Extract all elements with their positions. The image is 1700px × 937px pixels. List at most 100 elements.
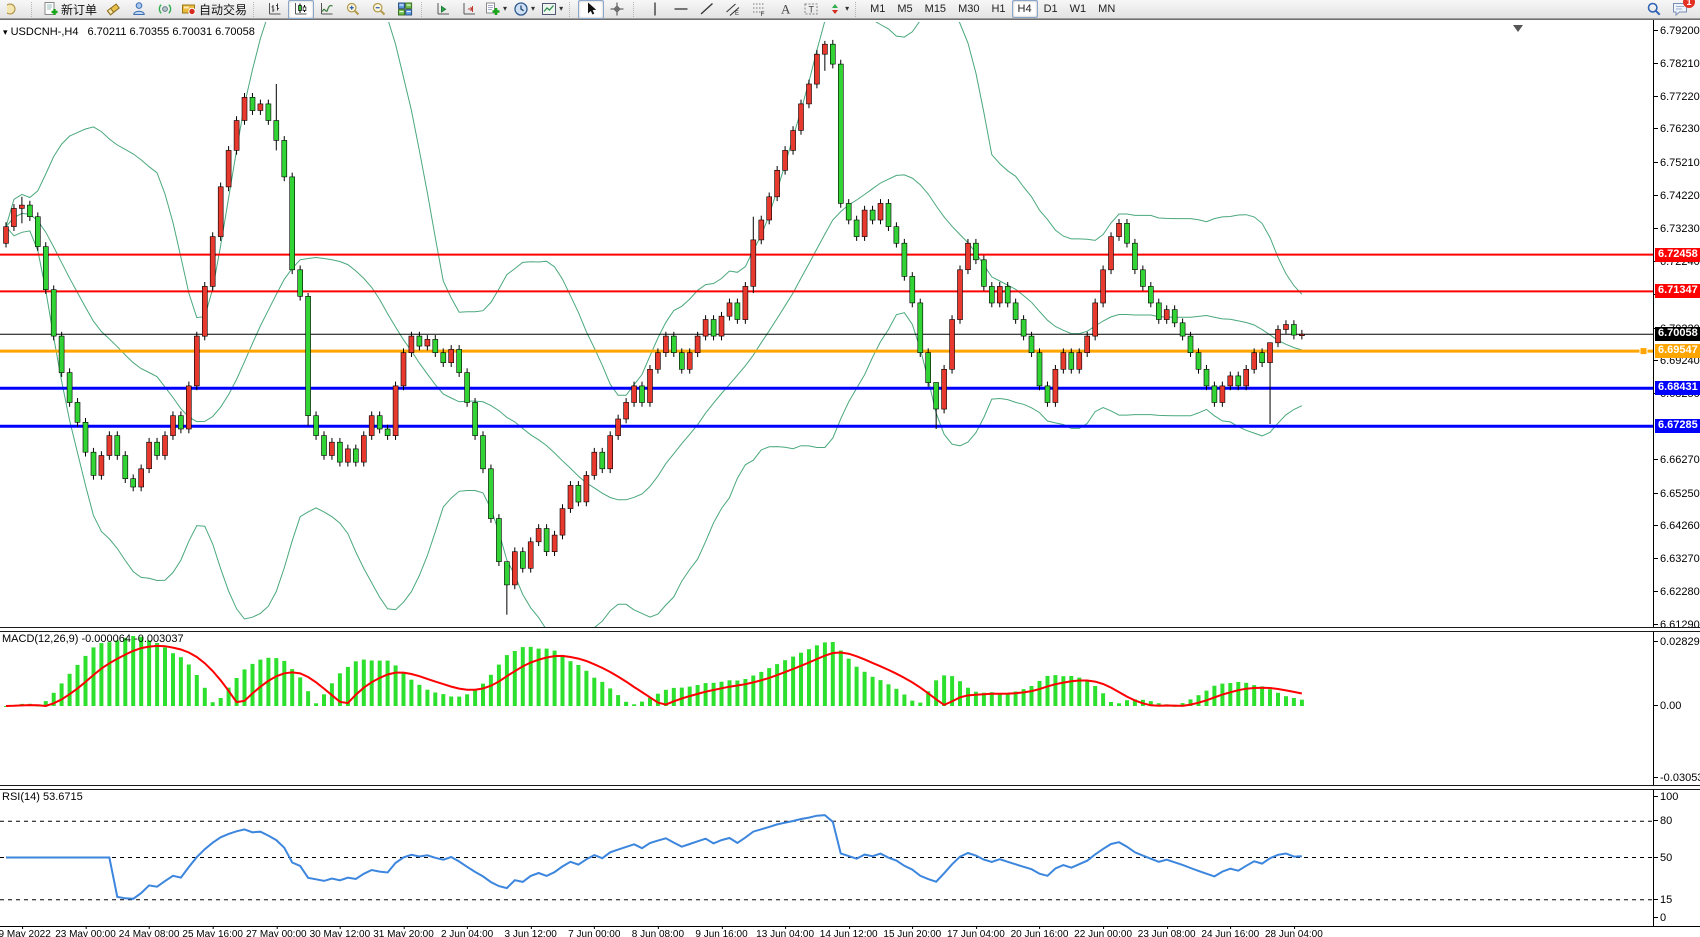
cursor-button[interactable] — [578, 0, 604, 19]
cursor-icon — [583, 1, 599, 17]
eraser-button[interactable] — [100, 0, 126, 19]
macd-histogram-bar — [394, 665, 398, 706]
crosshair-button[interactable] — [604, 0, 630, 19]
timeframe-d1-button[interactable]: D1 — [1038, 0, 1064, 18]
candle — [926, 348, 931, 387]
macd-histogram-bar — [902, 695, 906, 707]
time-axis-label: 23 Jun 08:00 — [1138, 929, 1196, 937]
search-button[interactable] — [1646, 1, 1662, 17]
chart-shift-button[interactable] — [456, 0, 482, 19]
candle — [274, 84, 279, 150]
candle — [155, 438, 160, 460]
timeframe-h1-button[interactable]: H1 — [985, 0, 1011, 18]
candle — [1085, 332, 1090, 357]
trendline-button[interactable] — [694, 0, 720, 19]
text-label-button[interactable]: T — [798, 0, 824, 19]
candle — [473, 398, 478, 440]
candle — [600, 448, 605, 473]
dropdown-caret-icon[interactable]: ▾ — [559, 5, 563, 13]
dropdown-caret-icon[interactable]: ▾ — [845, 5, 849, 13]
clock-icon — [513, 1, 529, 17]
notifications-button[interactable]: 1 — [1672, 1, 1688, 17]
macd-histogram-bar — [282, 661, 286, 706]
candle — [488, 465, 493, 523]
zoom-in-button[interactable] — [340, 0, 366, 19]
timeframe-m5-button[interactable]: M5 — [891, 0, 918, 18]
vertical-line-button[interactable] — [642, 0, 668, 19]
time-axis[interactable]: 19 May 202223 May 00:0024 May 08:0025 Ma… — [0, 926, 1700, 937]
macd-histogram-bar — [171, 653, 175, 706]
clipped-button-button[interactable] — [2, 0, 28, 19]
rsi-canvas[interactable] — [0, 788, 1654, 926]
time-axis-label: 30 May 12:00 — [310, 929, 371, 937]
timeframe-m1-button[interactable]: M1 — [864, 0, 891, 18]
price-axis[interactable]: 6.792006.782106.772206.762306.752106.742… — [1653, 20, 1700, 926]
macd-histogram-bar — [998, 693, 1002, 706]
candle — [496, 514, 501, 566]
macd-histogram-bar — [1236, 682, 1240, 706]
dropdown-caret-icon[interactable]: ▾ — [531, 5, 535, 13]
candle — [242, 93, 247, 125]
timeframe-m30-button[interactable]: M30 — [952, 0, 985, 18]
macd-histogram-bar — [497, 665, 501, 706]
macd-canvas[interactable] — [0, 630, 1654, 785]
arrows-button[interactable]: ▾ — [824, 0, 852, 19]
zoom-in-icon — [345, 1, 361, 17]
equidistant-channel-button[interactable]: E — [720, 0, 746, 19]
autotrading-button[interactable]: 自动交易 — [178, 0, 250, 19]
panel-splitter[interactable] — [0, 785, 1700, 790]
macd-histogram-bar — [680, 688, 684, 706]
timeframe-m15-button[interactable]: M15 — [919, 0, 952, 18]
templates-button[interactable]: ▾ — [538, 0, 566, 19]
fibonacci-button[interactable]: F — [746, 0, 772, 19]
pivot-line-handle[interactable] — [1640, 348, 1647, 355]
candle — [218, 183, 223, 241]
zoom-out-button[interactable] — [366, 0, 392, 19]
candle — [51, 285, 56, 340]
candle — [973, 239, 978, 264]
panel-splitter[interactable] — [0, 627, 1700, 632]
dropdown-caret-icon[interactable]: ▾ — [503, 5, 507, 13]
timeframe-mn-button[interactable]: MN — [1092, 0, 1121, 18]
main-chart-canvas[interactable] — [0, 22, 1654, 627]
macd-histogram-bar — [712, 683, 716, 706]
timeframe-w1-button[interactable]: W1 — [1064, 0, 1093, 18]
tile-windows-button[interactable] — [392, 0, 418, 19]
time-axis-label: 13 Jun 04:00 — [756, 929, 814, 937]
chart-dropdown-icon[interactable]: ▾ — [3, 27, 8, 37]
publisher-icon — [131, 1, 147, 17]
rsi-panel[interactable]: RSI(14) 53.6715 — [0, 788, 1654, 926]
toolbar-separator — [421, 2, 427, 17]
text-button[interactable]: A — [772, 0, 798, 19]
indicators-button[interactable]: ▾ — [482, 0, 510, 19]
new-order-button[interactable]: 新订单 — [40, 0, 100, 19]
chart-symbol-period: USDCNH-,H4 — [11, 26, 79, 38]
new-order-label: 新订单 — [61, 1, 97, 18]
macd-histogram-bar — [473, 690, 477, 706]
macd-panel[interactable]: MACD(12,26,9) -0.000064 -0.003037 — [0, 630, 1654, 785]
candle — [775, 166, 780, 201]
macd-histogram-bar — [847, 659, 851, 706]
chart-shift-marker[interactable] — [1513, 25, 1523, 32]
auto-scroll-button[interactable] — [430, 0, 456, 19]
macd-histogram-bar — [871, 677, 875, 706]
macd-histogram-bar — [767, 668, 771, 706]
macd-histogram-bar — [195, 675, 199, 706]
horizontal-line-button[interactable] — [668, 0, 694, 19]
candle — [91, 448, 96, 480]
candle — [584, 471, 589, 506]
macd-histogram-bar — [751, 676, 755, 707]
main-chart-panel[interactable]: ▾ USDCNH-,H4 6.70211 6.70355 6.70031 6.7… — [0, 22, 1654, 627]
periods-button[interactable]: ▾ — [510, 0, 538, 19]
candle — [401, 348, 406, 390]
candle — [807, 80, 812, 109]
timeframe-h4-button[interactable]: H4 — [1012, 0, 1038, 18]
price-axis-label: 6.65250 — [1654, 488, 1700, 500]
signals-button[interactable] — [152, 0, 178, 19]
line-chart-mode-button[interactable] — [314, 0, 340, 19]
bar-chart-mode-button[interactable] — [262, 0, 288, 19]
price-axis-label: 6.66270 — [1654, 454, 1700, 466]
candle — [608, 431, 613, 473]
candlestick-mode-button[interactable] — [288, 0, 314, 19]
publisher-button[interactable] — [126, 0, 152, 19]
